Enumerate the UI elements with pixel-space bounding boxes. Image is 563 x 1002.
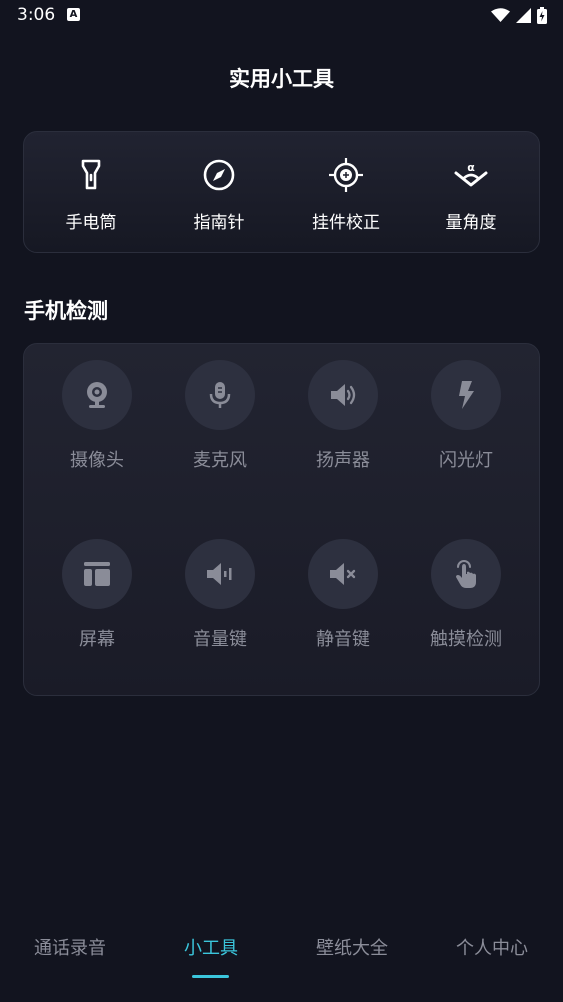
tab-tools[interactable]: 小工具 <box>141 934 281 960</box>
tool-label: 指南针 <box>193 213 245 233</box>
icon-circle <box>431 360 501 430</box>
detect-label: 麦克风 <box>193 450 247 471</box>
tab-call-recording[interactable]: 通话录音 <box>0 934 140 960</box>
tool-flashlight[interactable]: 手电筒 <box>29 132 153 252</box>
compass-icon <box>203 159 235 191</box>
status-time: 3:06 <box>17 5 56 25</box>
icon-circle <box>62 539 132 609</box>
detect-screen[interactable]: 屏幕 <box>35 539 159 659</box>
tools-card: 手电筒 指南针 挂件校正 α 量角度 <box>23 131 540 253</box>
wifi-icon <box>491 8 510 22</box>
detect-label: 触摸检测 <box>430 629 502 650</box>
icon-circle <box>62 360 132 430</box>
tool-label: 挂件校正 <box>312 213 380 233</box>
crosshair-icon <box>329 158 363 192</box>
volume-key-icon <box>207 563 232 585</box>
detect-volume-key[interactable]: 音量键 <box>158 539 282 659</box>
flash-icon <box>459 381 474 409</box>
icon-circle <box>185 539 255 609</box>
tool-compass[interactable]: 指南针 <box>157 132 281 252</box>
detect-mute-key[interactable]: 静音键 <box>281 539 405 659</box>
icon-circle <box>185 360 255 430</box>
icon-circle <box>308 360 378 430</box>
tab-profile[interactable]: 个人中心 <box>422 934 562 960</box>
bottom-nav: 通话录音 小工具 壁纸大全 个人中心 <box>0 910 563 1002</box>
signal-icon <box>516 8 531 23</box>
detection-card: 摄像头 麦克风 扬声器 闪光灯 屏幕 音量键 静音键 触摸检测 <box>23 343 540 696</box>
mute-icon <box>330 563 356 585</box>
tool-label: 手电筒 <box>65 213 117 233</box>
detect-label: 静音键 <box>316 629 370 650</box>
status-icons <box>491 7 547 24</box>
detect-label: 屏幕 <box>79 629 115 650</box>
a-text-icon: A <box>67 8 80 21</box>
status-bar: 3:06 A <box>0 0 563 32</box>
tool-label: 量角度 <box>445 213 497 233</box>
tool-level-calibration[interactable]: 挂件校正 <box>284 132 408 252</box>
detect-label: 摄像头 <box>70 450 124 471</box>
svg-text:α: α <box>467 161 475 174</box>
protractor-icon: α <box>454 161 488 187</box>
detect-label: 闪光灯 <box>439 450 493 471</box>
section-title-phone-detection: 手机检测 <box>24 299 108 323</box>
detect-touch[interactable]: 触摸检测 <box>404 539 528 659</box>
detect-label: 音量键 <box>193 629 247 650</box>
page-title: 实用小工具 <box>229 67 334 91</box>
battery-charging-icon <box>537 7 547 24</box>
flashlight-icon <box>81 159 101 190</box>
microphone-icon <box>209 382 231 408</box>
detect-camera[interactable]: 摄像头 <box>35 360 159 480</box>
detect-microphone[interactable]: 麦克风 <box>158 360 282 480</box>
detect-flash[interactable]: 闪光灯 <box>404 360 528 480</box>
detect-speaker[interactable]: 扬声器 <box>281 360 405 480</box>
icon-circle <box>431 539 501 609</box>
screen-icon <box>84 562 110 586</box>
detect-label: 扬声器 <box>316 450 370 471</box>
tool-angle-measure[interactable]: α 量角度 <box>409 132 533 252</box>
tab-wallpapers[interactable]: 壁纸大全 <box>282 934 422 960</box>
webcam-icon <box>87 382 107 408</box>
touch-icon <box>456 560 476 588</box>
speaker-icon <box>331 384 356 406</box>
icon-circle <box>308 539 378 609</box>
active-tab-indicator <box>192 975 229 978</box>
